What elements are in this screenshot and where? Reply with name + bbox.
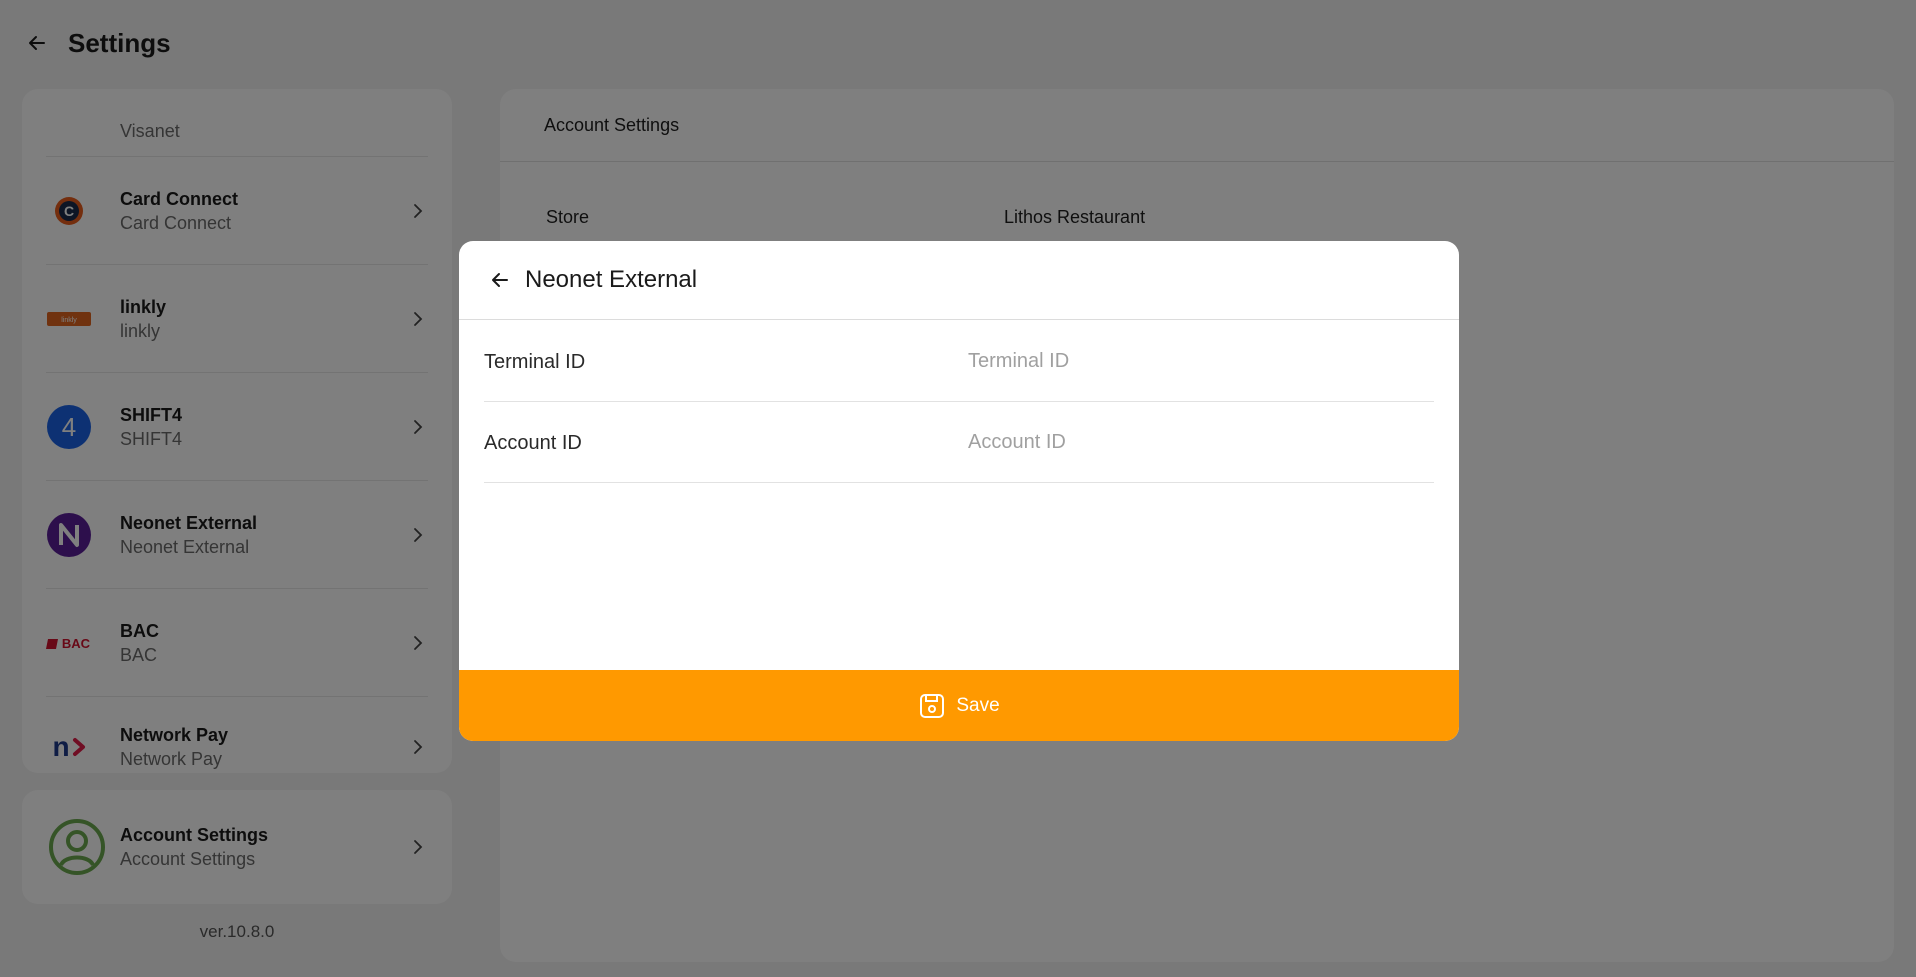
save-icon xyxy=(920,693,945,718)
account-id-label: Account ID xyxy=(484,431,582,454)
account-id-row: Account ID xyxy=(484,402,1434,483)
terminal-id-row: Terminal ID xyxy=(484,321,1434,402)
neonet-form: Terminal ID Account ID xyxy=(484,321,1434,483)
save-button-label: Save xyxy=(956,694,1000,716)
arrow-left-icon xyxy=(492,273,508,287)
dialog-title: Neonet External xyxy=(525,266,698,293)
app-root: Settings Visanet C xyxy=(0,0,1916,977)
account-id-input[interactable] xyxy=(968,430,1434,454)
save-button[interactable]: Save xyxy=(459,670,1459,741)
dialog-header: Neonet External xyxy=(459,241,1459,320)
dialog-back-button[interactable] xyxy=(487,267,513,293)
neonet-external-dialog: Neonet External Terminal ID Account ID S… xyxy=(459,241,1459,741)
terminal-id-input[interactable] xyxy=(968,349,1434,373)
terminal-id-label: Terminal ID xyxy=(484,350,586,373)
